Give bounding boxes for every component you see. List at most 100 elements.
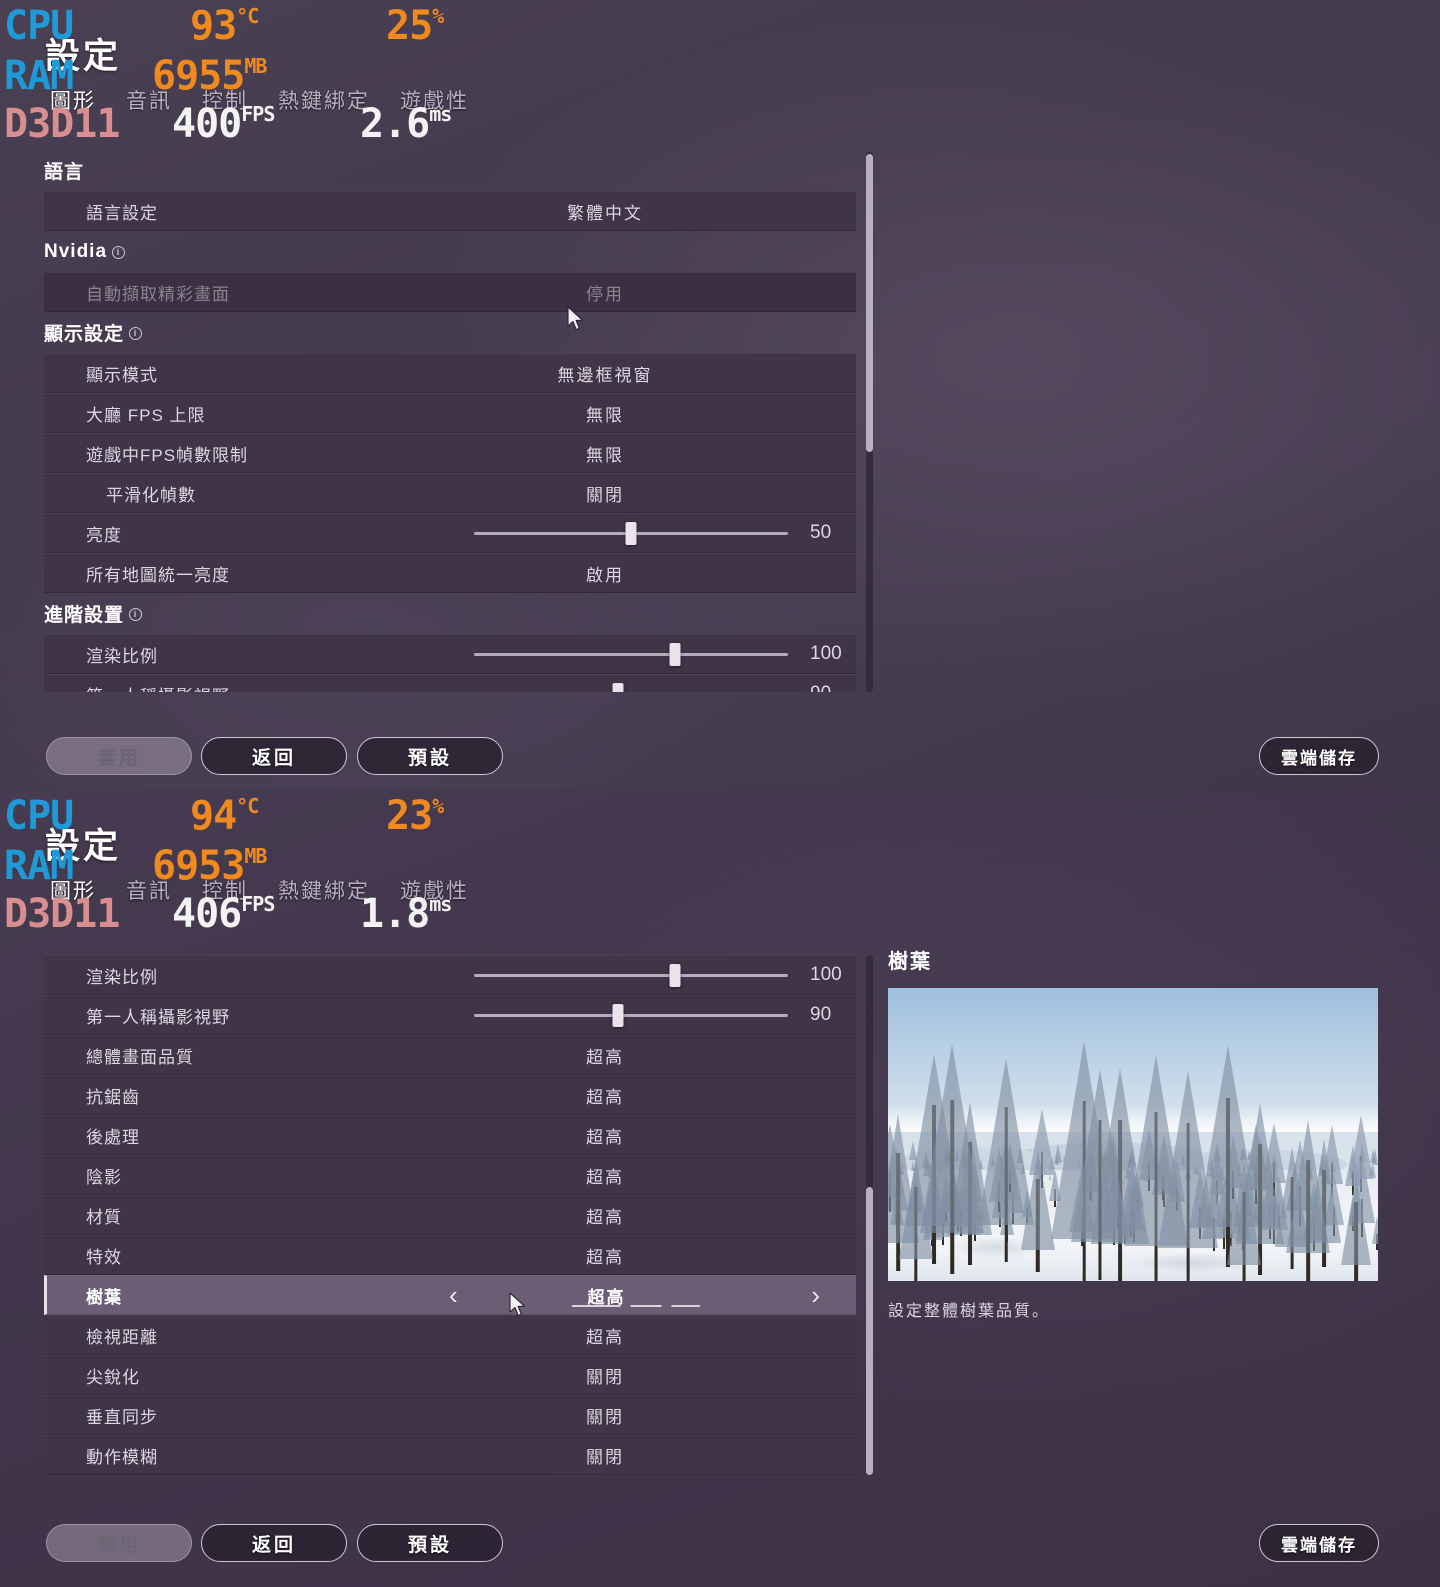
- setting-control[interactable]: 超高: [404, 1196, 856, 1234]
- tab-1[interactable]: 音訊: [126, 85, 172, 115]
- settings-list-top[interactable]: 語言 語言設定 繁體中文 Nvidia i 自動擷取精彩畫面 停用顯示設定 i 顯示模式 無邊框視…: [44, 150, 856, 692]
- hud-ram-unit: MB: [244, 844, 267, 868]
- setting-row[interactable]: 檢視距離 超高: [44, 1315, 856, 1355]
- setting-row[interactable]: 陰影 超高: [44, 1155, 856, 1195]
- tab-3[interactable]: 熱鍵綁定: [278, 85, 370, 115]
- setting-row[interactable]: 第一人稱攝影視野 90: [44, 995, 856, 1035]
- hud-cpu-load: 23: [386, 793, 433, 839]
- back-button[interactable]: 返回: [201, 737, 347, 775]
- setting-label: 亮度: [86, 525, 122, 545]
- slider-track[interactable]: [474, 521, 788, 545]
- default-button[interactable]: 預設: [357, 1524, 503, 1562]
- default-button[interactable]: 預設: [357, 737, 503, 775]
- setting-control[interactable]: 關閉: [404, 1396, 856, 1434]
- setting-row[interactable]: 第一人稱攝影視野 90: [44, 674, 856, 692]
- slider-track[interactable]: [474, 963, 788, 987]
- setting-control[interactable]: 啟用: [404, 554, 856, 592]
- setting-control[interactable]: 超高: [404, 1236, 856, 1274]
- setting-label: 語言設定: [86, 203, 158, 223]
- setting-label: 材質: [86, 1207, 122, 1227]
- setting-row[interactable]: 動作模糊 關閉: [44, 1435, 856, 1475]
- setting-control[interactable]: 100: [404, 956, 856, 994]
- setting-row-selected[interactable]: 樹葉 ‹ › 超高: [44, 1275, 856, 1315]
- setting-control[interactable]: 關閉: [404, 474, 856, 512]
- slider-thumb[interactable]: [612, 1003, 624, 1027]
- cloud-save-button[interactable]: 雲端儲存: [1259, 1524, 1379, 1562]
- tab-2[interactable]: 控制: [202, 875, 248, 905]
- page-title: 設定: [45, 37, 122, 76]
- info-icon[interactable]: i: [129, 327, 143, 340]
- setting-control[interactable]: 超高: [404, 1156, 856, 1194]
- tab-2[interactable]: 控制: [202, 85, 248, 115]
- setting-control[interactable]: 關閉: [404, 1356, 856, 1394]
- setting-control[interactable]: 無限: [404, 434, 856, 472]
- tab-1[interactable]: 音訊: [126, 875, 172, 905]
- tab-4[interactable]: 遊戲性: [400, 875, 469, 905]
- setting-row[interactable]: 材質 超高: [44, 1195, 856, 1235]
- settings-list-bottom[interactable]: 渲染比例 100 第一人稱攝影視野 90 總體畫面品質 超高 抗鋸齒 超高 後處理 超高 陰影 超高材…: [44, 955, 856, 1475]
- apply-button[interactable]: 套用: [46, 737, 192, 775]
- setting-control[interactable]: 90: [404, 996, 856, 1034]
- setting-row[interactable]: 亮度 50: [44, 513, 856, 553]
- setting-row[interactable]: 自動擷取精彩畫面 停用: [44, 272, 856, 312]
- setting-label: 總體畫面品質: [86, 1047, 194, 1067]
- slider-thumb[interactable]: [669, 963, 681, 987]
- setting-row[interactable]: 總體畫面品質 超高: [44, 1035, 856, 1075]
- setting-control[interactable]: 100: [404, 635, 856, 673]
- setting-row[interactable]: 垂直同步 關閉: [44, 1395, 856, 1435]
- group-header-label: 語言: [44, 162, 85, 183]
- hud-cpu-load-unit: %: [432, 4, 444, 28]
- slider-value: 90: [810, 1004, 832, 1025]
- info-icon[interactable]: i: [112, 246, 126, 259]
- info-icon[interactable]: i: [129, 608, 143, 621]
- setting-label: 自動擷取精彩畫面: [86, 284, 230, 304]
- scrollbar-top[interactable]: [866, 152, 873, 692]
- slider-track[interactable]: [474, 642, 788, 666]
- setting-row[interactable]: 大廳 FPS 上限 無限: [44, 393, 856, 433]
- setting-control[interactable]: 50: [404, 514, 856, 552]
- setting-row[interactable]: 平滑化幀數 關閉: [44, 473, 856, 513]
- setting-control[interactable]: 關閉: [404, 1436, 856, 1474]
- slider-track[interactable]: [474, 1003, 788, 1027]
- setting-row[interactable]: 渲染比例 100: [44, 634, 856, 674]
- hud-cpu-temp-unit: °C: [236, 4, 259, 28]
- setting-control[interactable]: 90: [404, 675, 856, 692]
- slider-thumb[interactable]: [669, 642, 681, 666]
- group-header-label: 顯示設定: [44, 324, 125, 345]
- scrollbar-thumb-top[interactable]: [866, 154, 873, 452]
- apply-button[interactable]: 套用: [46, 1524, 192, 1562]
- setting-label: 抗鋸齒: [86, 1087, 140, 1107]
- slider-thumb[interactable]: [612, 682, 624, 692]
- setting-row[interactable]: 顯示模式 無邊框視窗: [44, 353, 856, 393]
- slider-thumb[interactable]: [625, 521, 637, 545]
- scrollbar-thumb-bottom[interactable]: [866, 1187, 873, 1475]
- slider-value: 90: [810, 683, 856, 692]
- tab-0[interactable]: 圖形: [50, 875, 96, 905]
- hud-cpu-temp: 93: [190, 3, 237, 49]
- setting-row[interactable]: 尖銳化 關閉: [44, 1355, 856, 1395]
- setting-control[interactable]: 超高: [404, 1116, 856, 1154]
- setting-control[interactable]: 超高: [404, 1036, 856, 1074]
- cloud-save-button[interactable]: 雲端儲存: [1259, 737, 1379, 775]
- setting-control[interactable]: 無邊框視窗: [404, 354, 856, 392]
- setting-control[interactable]: 超高: [404, 1316, 856, 1354]
- tab-0[interactable]: 圖形: [50, 85, 96, 115]
- setting-row[interactable]: 後處理 超高: [44, 1115, 856, 1155]
- setting-row[interactable]: 抗鋸齒 超高: [44, 1075, 856, 1115]
- setting-control[interactable]: ‹ › 超高: [407, 1276, 856, 1314]
- back-button[interactable]: 返回: [201, 1524, 347, 1562]
- scrollbar-bottom[interactable]: [866, 955, 873, 1475]
- setting-control[interactable]: 無限: [404, 394, 856, 432]
- setting-control[interactable]: 停用: [404, 273, 856, 311]
- tab-3[interactable]: 熱鍵綁定: [278, 875, 370, 905]
- setting-row[interactable]: 所有地圖統一亮度 啟用: [44, 553, 856, 593]
- setting-row[interactable]: 渲染比例 100: [44, 955, 856, 995]
- setting-control[interactable]: 超高: [404, 1076, 856, 1114]
- tab-4[interactable]: 遊戲性: [400, 85, 469, 115]
- settings-group-header: Nvidia i: [44, 231, 856, 272]
- setting-label: 渲染比例: [86, 967, 158, 987]
- setting-control[interactable]: 繁體中文: [404, 192, 856, 230]
- setting-row[interactable]: 遊戲中FPS幀數限制 無限: [44, 433, 856, 473]
- setting-row[interactable]: 語言設定 繁體中文: [44, 191, 856, 231]
- setting-row[interactable]: 特效 超高: [44, 1235, 856, 1275]
